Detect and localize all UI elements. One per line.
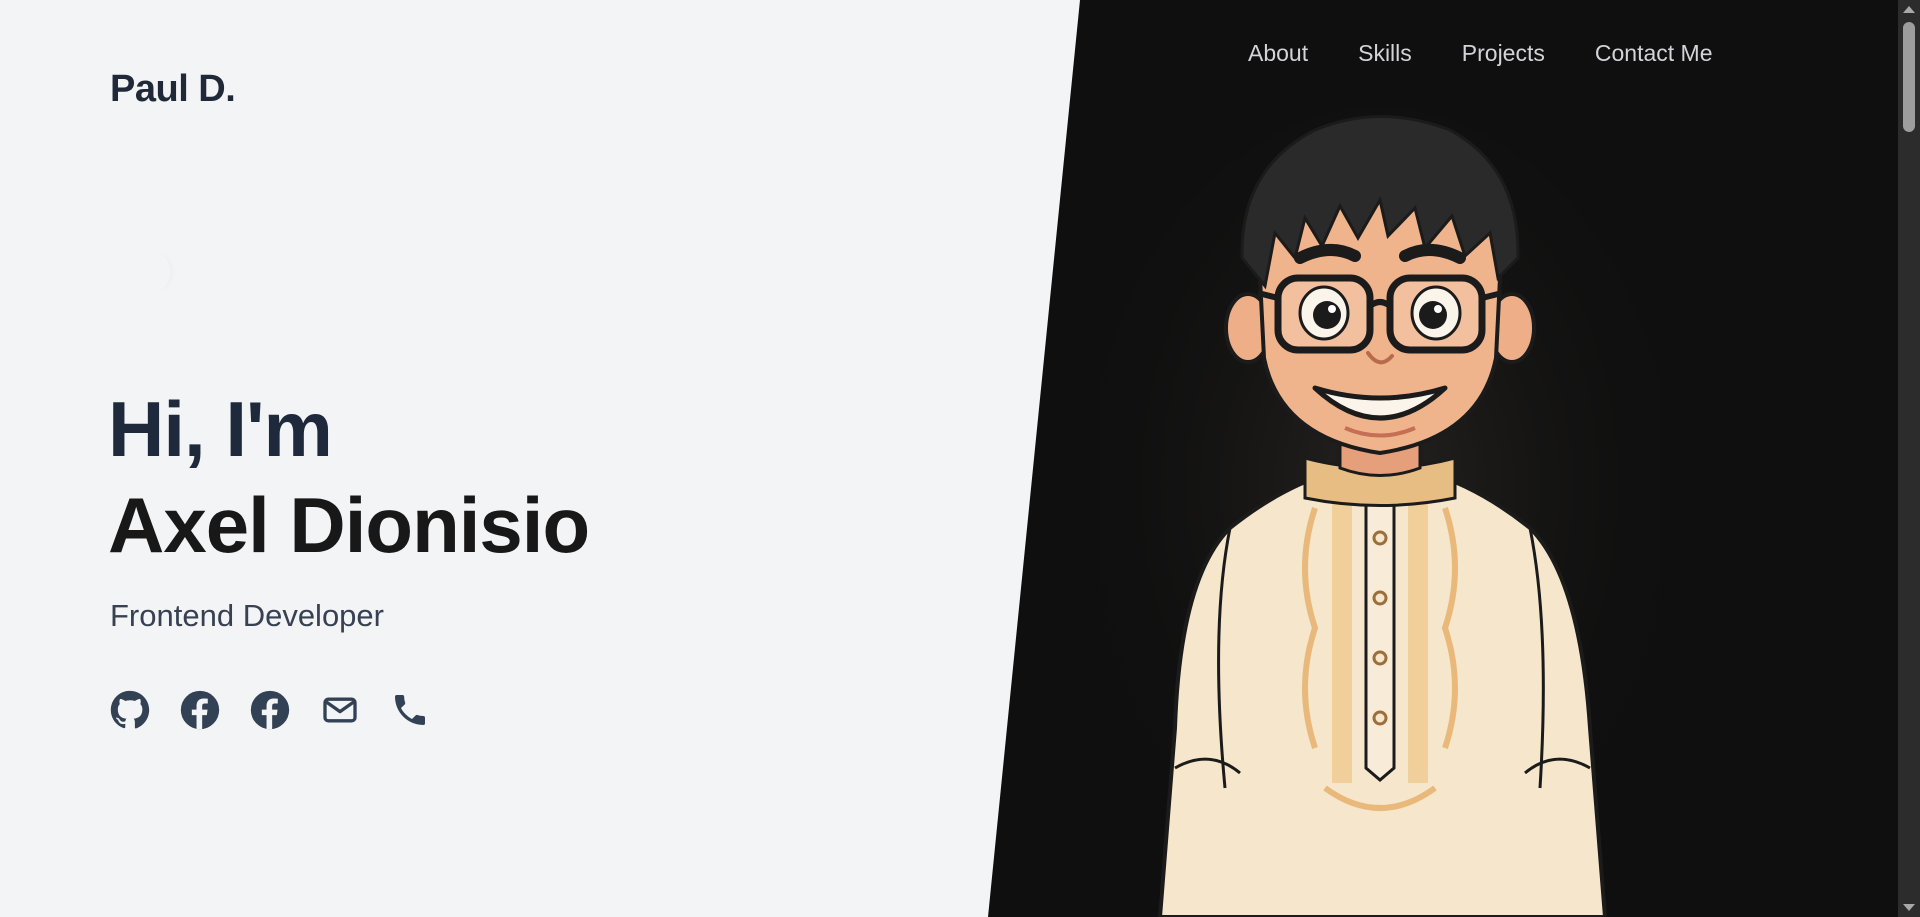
facebook-icon — [250, 690, 290, 730]
github-link[interactable] — [110, 690, 150, 730]
main-nav: About Skills Projects Contact Me — [1248, 40, 1712, 67]
nav-projects[interactable]: Projects — [1462, 40, 1545, 67]
scroll-down-icon[interactable] — [1903, 904, 1915, 911]
site-logo[interactable]: Paul D. — [110, 68, 236, 111]
page-scrollbar[interactable] — [1898, 0, 1920, 917]
mail-icon — [323, 697, 357, 723]
nav-contact-me[interactable]: Contact Me — [1595, 40, 1713, 67]
avatar-illustration — [1100, 108, 1660, 917]
hero-name: Axel Dionisio — [108, 481, 590, 569]
phone-link[interactable] — [390, 690, 430, 730]
email-link[interactable] — [320, 690, 360, 730]
social-links — [110, 690, 430, 730]
nav-skills[interactable]: Skills — [1358, 40, 1412, 67]
theme-toggle-button[interactable] — [140, 248, 180, 296]
phone-icon — [395, 695, 425, 725]
scroll-up-icon[interactable] — [1903, 6, 1915, 13]
hero-headline: Hi, I'm Axel Dionisio — [108, 385, 590, 569]
nav-about[interactable]: About — [1248, 40, 1308, 67]
scrollbar-thumb[interactable] — [1903, 22, 1915, 132]
hero-greeting: Hi, I'm — [108, 385, 333, 473]
github-icon — [110, 690, 150, 729]
facebook-link-1[interactable] — [180, 690, 220, 730]
moon-icon — [154, 252, 174, 292]
facebook-link-2[interactable] — [250, 690, 290, 730]
portfolio-page: Paul D. Hi, I'm Axel Dionisio Frontend D… — [0, 0, 1920, 917]
facebook-icon — [180, 690, 220, 730]
hero-role: Frontend Developer — [110, 598, 384, 633]
